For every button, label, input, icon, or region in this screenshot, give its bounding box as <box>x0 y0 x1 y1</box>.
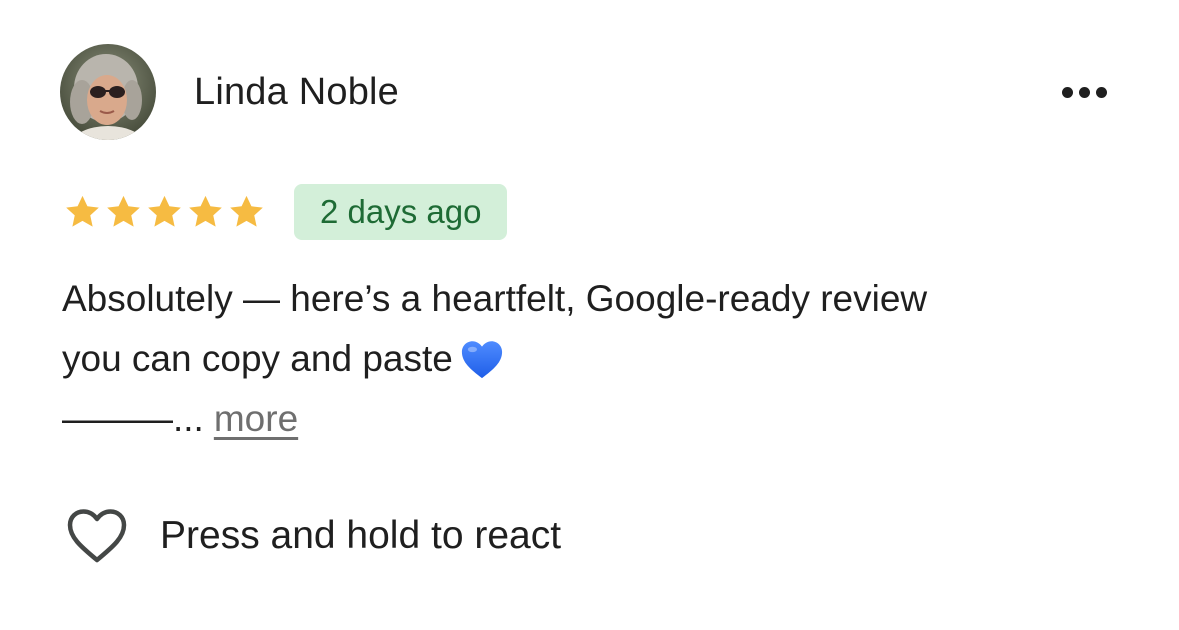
review-text-line: ———... <box>62 398 204 439</box>
review-card: Linda Noble 2 days ago Absolutely — here… <box>0 0 1179 630</box>
review-text: Absolutely — here’s a heartfelt, Google-… <box>62 269 1122 449</box>
review-text-line-with-emoji: you can copy and paste <box>62 329 1122 389</box>
star-icon <box>186 193 225 231</box>
heart-outline-icon <box>66 508 128 564</box>
more-options-button[interactable] <box>1054 78 1114 106</box>
star-icon <box>63 193 102 231</box>
react-label: Press and hold to react <box>160 514 562 557</box>
star-icon <box>145 193 184 231</box>
review-text-line: you can copy and paste <box>62 338 453 379</box>
more-link[interactable]: more <box>214 398 298 439</box>
more-horizontal-icon-dot <box>1095 86 1107 98</box>
avatar[interactable] <box>60 44 156 140</box>
author-name[interactable]: Linda Noble <box>194 70 399 114</box>
blue-heart-icon <box>459 337 505 381</box>
more-horizontal-icon <box>1061 86 1073 98</box>
review-text-line: Absolutely — here’s a heartfelt, Google-… <box>62 278 928 319</box>
date-badge: 2 days ago <box>294 184 508 240</box>
more-horizontal-icon-dot <box>1078 86 1090 98</box>
star-icon <box>227 193 266 231</box>
react-button[interactable]: Press and hold to react <box>66 508 561 564</box>
star-rating <box>63 193 266 231</box>
star-icon <box>104 193 143 231</box>
review-text-line-truncated: ———... more <box>62 389 1122 449</box>
